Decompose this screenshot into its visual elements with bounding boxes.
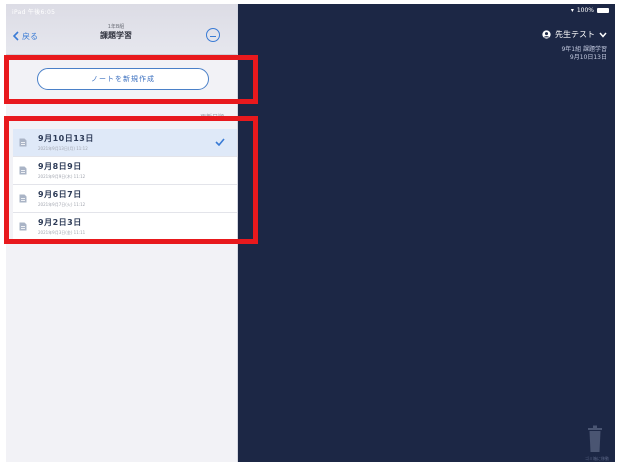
page-title: 課題学習 xyxy=(100,31,132,40)
back-label: 戻る xyxy=(22,31,38,41)
status-bar-right: ▾ 100% xyxy=(571,7,609,14)
user-menu[interactable]: 先生テスト xyxy=(542,29,607,40)
current-note-date: 9月10日13日 xyxy=(569,54,607,61)
class-info: 9年1組 課題学習 xyxy=(561,46,607,53)
nav-title: 1年B組 課題学習 xyxy=(76,24,156,41)
back-button[interactable]: 戻る xyxy=(13,30,38,42)
status-bar-left: iPad 午後6:05 xyxy=(12,9,56,16)
trash-icon[interactable] xyxy=(587,424,603,454)
trash-caption: ゴミ箱に移動 xyxy=(585,456,609,461)
battery-percent: 100% xyxy=(576,7,594,14)
user-info: 9年1組 課題学習 9月10日13日 xyxy=(561,46,607,62)
highlight-note-list xyxy=(4,116,258,244)
sidebar-nav-bar: iPad 午後6:05 戻る 1年B組 課題学習 xyxy=(6,4,237,55)
user-avatar-icon xyxy=(542,30,551,39)
battery-icon xyxy=(597,8,609,13)
chevron-down-icon xyxy=(599,32,607,38)
user-name: 先生テスト xyxy=(555,30,595,39)
wifi-icon: ▾ xyxy=(570,7,574,14)
chevron-left-icon xyxy=(13,31,19,41)
nav-subtitle: 1年B組 xyxy=(107,24,125,30)
more-icon[interactable] xyxy=(206,28,220,42)
highlight-new-note xyxy=(4,55,258,104)
